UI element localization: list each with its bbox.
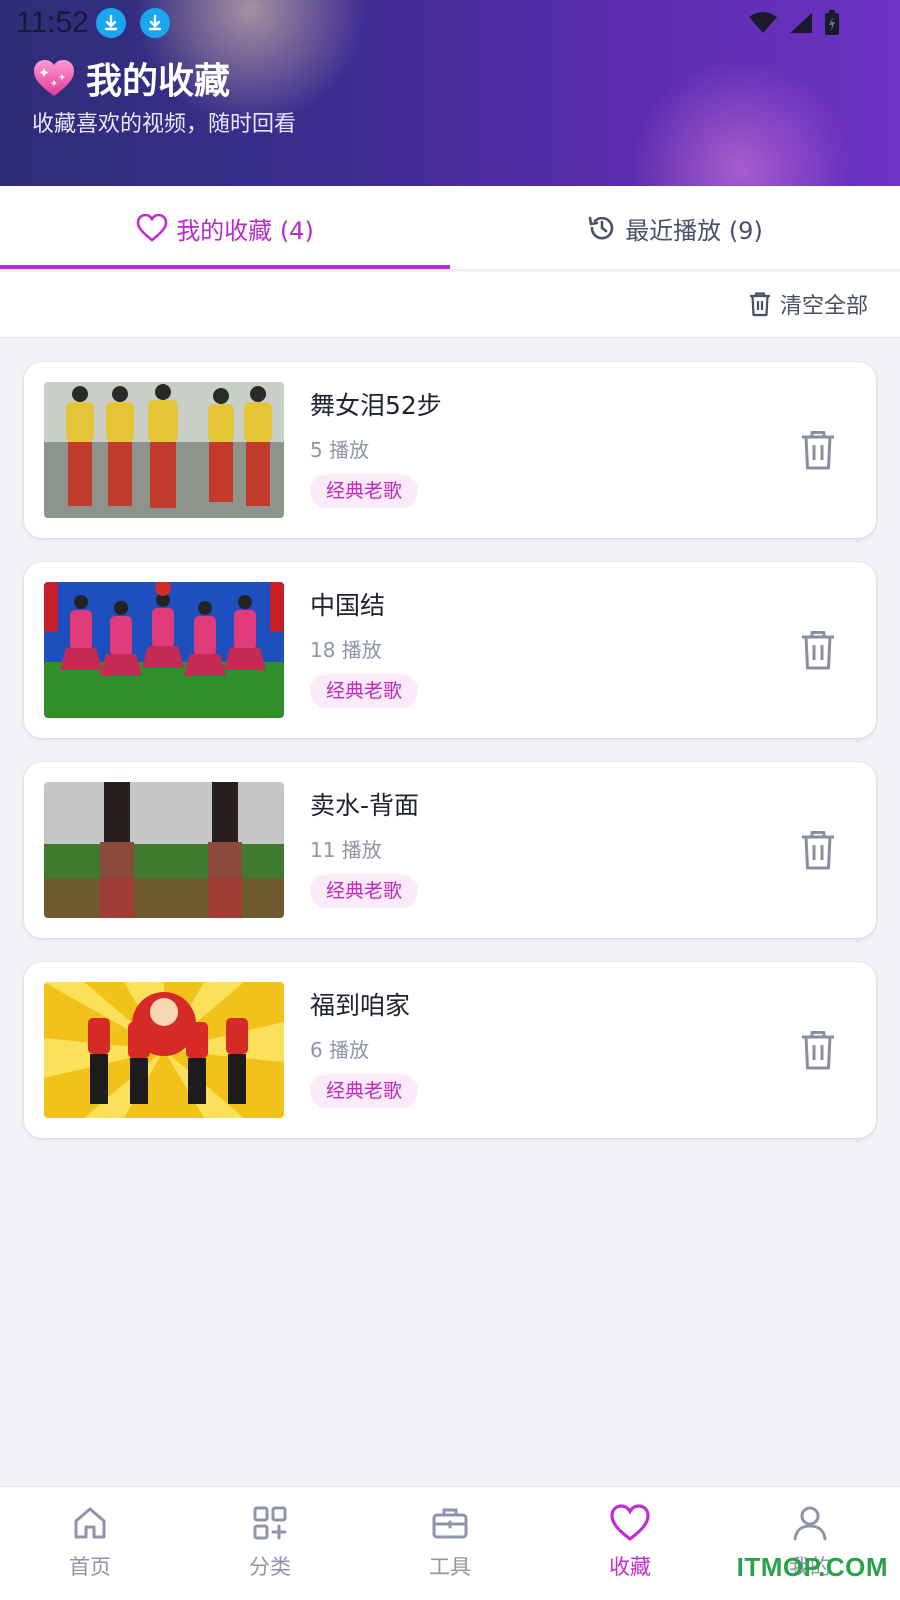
heart-icon (136, 213, 168, 242)
toolbox-icon (432, 1508, 468, 1539)
tab-recent-label: 最近播放 (9) (625, 216, 763, 245)
nav-home-label: 首页 (69, 1555, 111, 1579)
video-thumbnail[interactable] (44, 382, 284, 518)
delete-button[interactable] (794, 626, 842, 674)
nav-category[interactable]: 分类 (180, 1487, 360, 1600)
play-count: 11 播放 (310, 838, 382, 862)
video-thumbnail[interactable] (44, 982, 284, 1118)
battery-icon (825, 10, 839, 35)
grid-plus-icon (253, 1506, 287, 1540)
home-icon (74, 1507, 106, 1539)
trash-icon (749, 292, 770, 317)
video-thumbnail[interactable] (44, 782, 284, 918)
page-header: 11:52 我的收藏 收藏喜欢的视频，随时回看 (0, 0, 900, 186)
page-subtitle: 收藏喜欢的视频，随时回看 (32, 112, 297, 137)
category-tag[interactable]: 经典老歌 (310, 1074, 419, 1108)
nav-favorites-label: 收藏 (609, 1555, 651, 1579)
tab-recent[interactable]: 最近播放 (9) (450, 186, 900, 270)
tab-favorites[interactable]: 我的收藏 (4) (0, 186, 450, 270)
list-item[interactable]: 福到咱家 6 播放 经典老歌 (24, 962, 876, 1138)
category-tag[interactable]: 经典老歌 (310, 874, 419, 908)
clear-all-button[interactable]: 清空全部 (748, 288, 868, 320)
nav-favorites[interactable]: 收藏 (540, 1487, 720, 1600)
nav-profile[interactable]: 我的 (720, 1487, 900, 1600)
delete-button[interactable] (794, 426, 842, 474)
list-toolbar: 清空全部 (0, 272, 900, 338)
trash-icon (802, 1031, 834, 1070)
nav-tools-label: 工具 (429, 1555, 471, 1579)
video-title[interactable]: 卖水-背面 (310, 786, 419, 822)
status-bar: 11:52 (0, 0, 900, 48)
trash-icon (802, 431, 834, 470)
tab-active-indicator (0, 265, 450, 269)
tab-bar: 我的收藏 (4) 最近播放 (9) (0, 186, 900, 270)
play-count: 5 播放 (310, 438, 370, 462)
video-thumbnail[interactable] (44, 582, 284, 718)
video-title[interactable]: 中国结 (310, 586, 385, 622)
page-title-text: 我的收藏 (86, 60, 231, 101)
heart-icon (610, 1504, 650, 1542)
list-item[interactable]: 中国结 18 播放 经典老歌 (24, 562, 876, 738)
trash-icon (802, 831, 834, 870)
list-item[interactable]: 卖水-背面 11 播放 经典老歌 (24, 762, 876, 938)
video-title[interactable]: 福到咱家 (310, 986, 410, 1022)
delete-button[interactable] (794, 826, 842, 874)
wifi-icon (749, 12, 777, 33)
list-item[interactable]: 舞女泪52步 5 播放 经典老歌 (24, 362, 876, 538)
tab-favorites-label: 我的收藏 (4) (176, 216, 314, 245)
category-tag[interactable]: 经典老歌 (310, 474, 419, 508)
favorites-list: 舞女泪52步 5 播放 经典老歌 中国结 18 播放 经典老歌 卖水-背面 11… (24, 362, 876, 1162)
history-icon (588, 216, 614, 240)
watermark: ITMOP.COM (736, 1552, 888, 1582)
play-count: 6 播放 (310, 1038, 370, 1062)
play-count: 18 播放 (310, 638, 382, 662)
trash-icon (802, 631, 834, 670)
download-icon (140, 8, 170, 38)
signal-icon (790, 13, 812, 33)
user-icon (793, 1506, 827, 1541)
nav-home[interactable]: 首页 (0, 1487, 180, 1600)
clear-all-label: 清空全部 (779, 294, 868, 319)
video-title[interactable]: 舞女泪52步 (310, 386, 442, 422)
download-icon (96, 8, 126, 38)
nav-category-label: 分类 (249, 1555, 291, 1579)
page-title: 我的收藏 (32, 52, 230, 104)
sparkling-heart-icon (34, 60, 74, 96)
category-tag[interactable]: 经典老歌 (310, 674, 419, 708)
nav-tools[interactable]: 工具 (360, 1487, 540, 1600)
delete-button[interactable] (794, 1026, 842, 1074)
status-time: 11:52 (16, 6, 89, 39)
